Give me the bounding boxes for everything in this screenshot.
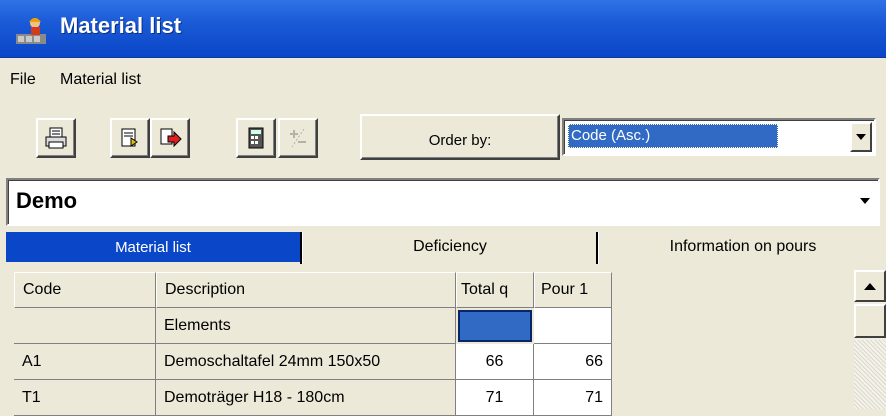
table-cell-pour-1[interactable]: 66 (534, 344, 612, 380)
scroll-up-button[interactable] (854, 270, 886, 302)
tab-information-on-pours[interactable]: Information on pours (600, 232, 886, 262)
column-header-total-quantity[interactable]: Total q (456, 272, 534, 308)
scroll-thumb[interactable] (854, 304, 886, 338)
chevron-up-icon (864, 282, 876, 290)
export-document-icon (121, 128, 138, 147)
menu-material-list[interactable]: Material list (58, 71, 143, 89)
column-header-pour-1[interactable]: Pour 1 (534, 272, 612, 308)
table-cell-total[interactable]: 71 (456, 380, 534, 416)
plus-minus-icon (290, 128, 306, 148)
export-arrow-icon (160, 128, 182, 148)
column-header-code[interactable]: Code (14, 272, 156, 308)
order-by-select[interactable]: Code (Asc.) (562, 118, 876, 156)
order-by-label: Order by: (360, 114, 560, 160)
project-value: Demo (16, 188, 78, 213)
calculator-icon (248, 127, 264, 149)
plus-minus-button[interactable] (278, 118, 318, 158)
export-document-button[interactable] (110, 118, 150, 158)
table-cell-total-selected[interactable] (458, 310, 532, 342)
window-title: Material list (60, 13, 182, 38)
project-select[interactable]: Demo (6, 178, 880, 226)
chevron-down-icon (860, 198, 870, 204)
order-by-dropdown-button[interactable] (850, 122, 872, 152)
table-cell-code[interactable]: A1 (14, 344, 156, 380)
table-cell-description[interactable]: Demoschaltafel 24mm 150x50 (156, 344, 456, 380)
table-cell-description[interactable]: Elements (156, 308, 456, 344)
menu-file[interactable]: File (8, 71, 38, 89)
project-dropdown-button[interactable] (854, 186, 876, 216)
table-cell-code[interactable]: T1 (14, 380, 156, 416)
order-by-value: Code (Asc.) (568, 124, 778, 148)
scroll-track[interactable] (854, 340, 886, 409)
table-cell-code[interactable] (14, 308, 156, 344)
print-icon (45, 127, 67, 149)
construction-worker-icon (14, 14, 48, 46)
table-cell-pour-1[interactable]: 71 (534, 380, 612, 416)
tab-material-list[interactable]: Material list (6, 232, 300, 262)
tab-deficiency[interactable]: Deficiency (304, 232, 596, 262)
table-cell-total[interactable]: 66 (456, 344, 534, 380)
tab-divider (300, 232, 303, 264)
table-cell-description[interactable]: Demoträger H18 - 180cm (156, 380, 456, 416)
print-button[interactable] (36, 118, 76, 158)
export-arrow-button[interactable] (150, 118, 190, 158)
column-header-description[interactable]: Description (156, 272, 456, 308)
table-cell-pour-1[interactable] (534, 308, 612, 344)
vertical-scrollbar[interactable] (854, 270, 886, 409)
tab-divider (596, 232, 599, 264)
chevron-down-icon (856, 134, 866, 140)
calculator-button[interactable] (236, 118, 276, 158)
